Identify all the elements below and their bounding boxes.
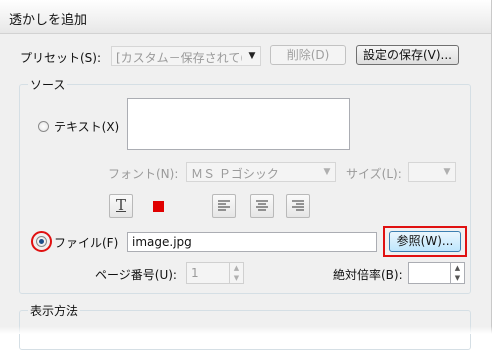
watermark-dialog: 透かしを追加 プリセット(S): [カスタム－保存されて( ▼ 削除(D) 設定… [0,0,492,350]
text-radio[interactable] [38,121,49,132]
align-center-icon [256,200,268,211]
absolute-scale-stepper[interactable]: ▲ ▼ [408,262,465,284]
fade-overlay [0,326,502,334]
display-method-title: 表示方法 [28,302,81,319]
spin-arrows-icon[interactable]: ▲ ▼ [229,263,243,283]
browse-button[interactable]: 参照(W)... [389,231,461,252]
color-swatch-icon [153,201,164,212]
delete-button[interactable]: 削除(D) [270,45,346,65]
preset-value: [カスタム－保存されて( [116,51,242,65]
font-label: フォント(N): [108,167,179,181]
page-number-value: 1 [191,266,199,280]
file-path-field[interactable]: image.jpg [127,232,377,252]
title-bar: 透かしを追加 [0,0,491,34]
align-left-icon [218,200,230,211]
color-button[interactable] [146,194,170,218]
align-right-button[interactable] [286,194,310,218]
watermark-text-area[interactable] [127,98,350,150]
size-label: サイズ(L): [346,167,402,181]
page-number-stepper[interactable]: 1 ▲ ▼ [186,262,244,284]
file-radio-label: ファイル(F) [54,236,119,250]
align-center-button[interactable] [250,194,274,218]
underline-text-icon: T [116,196,127,214]
radio-selected-dot [39,239,44,244]
file-radio[interactable] [36,236,47,247]
chevron-down-icon: ▼ [323,167,331,177]
window-title: 透かしを追加 [9,13,88,28]
font-value: ＭＳ Ｐゴシック [191,167,279,181]
size-select[interactable]: ▼ [408,162,456,182]
page-number-label: ページ番号(U): [95,268,177,282]
align-right-icon [292,200,304,211]
source-group-title: ソース [28,76,68,93]
absolute-scale-label: 絶対倍率(B): [333,268,403,282]
spin-arrows-icon[interactable]: ▲ ▼ [450,263,464,283]
preset-label: プリセット(S): [20,51,102,65]
chevron-down-icon: ▼ [443,167,451,177]
align-left-button[interactable] [212,194,236,218]
chevron-down-icon: ▼ [248,51,256,61]
underline-text-button[interactable]: T [109,194,133,218]
text-radio-label: テキスト(X) [54,120,120,134]
file-path-value: image.jpg [132,235,192,249]
preset-select[interactable]: [カスタム－保存されて( ▼ [111,46,261,66]
save-settings-button[interactable]: 設定の保存(V)... [356,45,459,65]
font-select[interactable]: ＭＳ Ｐゴシック ▼ [186,162,336,182]
